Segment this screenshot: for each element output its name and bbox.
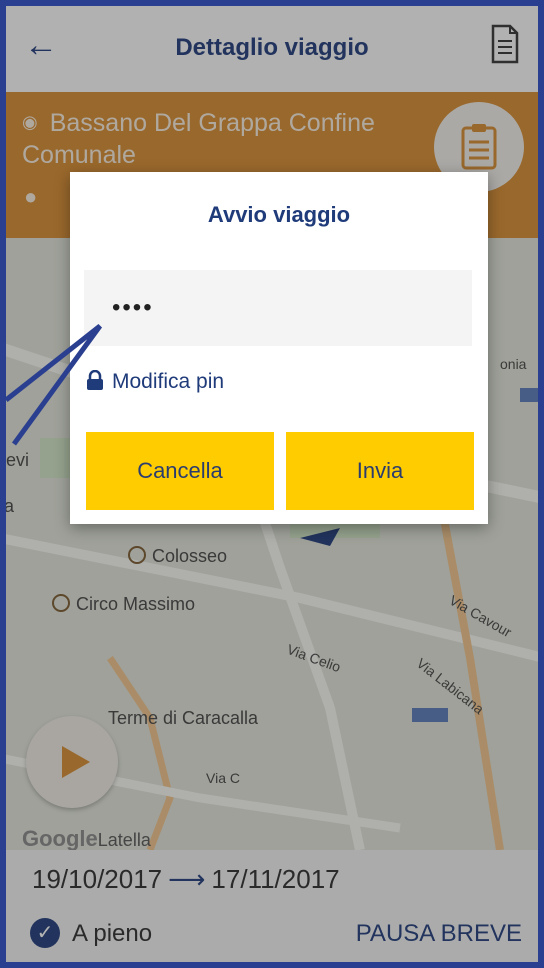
- lock-icon: [87, 370, 103, 390]
- send-button[interactable]: Invia: [286, 432, 474, 510]
- start-trip-dialog: Avvio viaggio Modifica pin Cancella Invi…: [70, 172, 488, 524]
- modify-pin-link[interactable]: Modifica pin: [86, 370, 224, 394]
- cancel-button[interactable]: Cancella: [86, 432, 274, 510]
- phone-screen: ← Dettaglio viaggio ◉ Bassano Del Grappa …: [0, 0, 544, 968]
- dialog-title: Avvio viaggio: [207, 202, 351, 227]
- modify-pin-label: Modifica pin: [112, 370, 225, 393]
- pin-input[interactable]: [84, 270, 472, 346]
